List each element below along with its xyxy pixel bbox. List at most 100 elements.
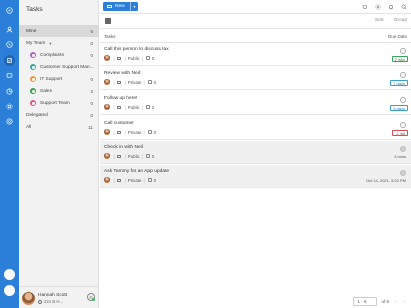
sidebar-item-label: Sales (40, 88, 52, 94)
complete-checkbox[interactable] (400, 146, 406, 152)
task-privacy: Public (127, 55, 140, 61)
sidebar-item-delegated[interactable]: Delegated 0 (19, 109, 99, 121)
dock-circle[interactable] (4, 269, 15, 280)
sort-button[interactable]: Sort (375, 18, 384, 23)
task-row[interactable]: Ask Tammy for an App update | | Private |… (100, 165, 411, 188)
divider (100, 28, 411, 29)
sidebar-item-sales[interactable]: Sales 2 (19, 85, 99, 97)
column-header-tasks[interactable]: Tasks (104, 34, 116, 39)
complete-checkbox[interactable] (400, 72, 406, 78)
sidebar-item-count: 6 (90, 28, 93, 34)
sidebar-item-complaints[interactable]: Complaints 0 (19, 49, 99, 61)
dock-circle[interactable] (4, 285, 15, 296)
task-comment-count: 0 (153, 129, 157, 135)
chevron-right-icon[interactable]: › (402, 297, 407, 306)
task-title[interactable]: Call this person to discuss tax (104, 47, 169, 52)
group-button[interactable]: Group (394, 18, 407, 23)
top-toolbar (361, 3, 407, 10)
page-range-select[interactable]: 1 - 6 (353, 296, 378, 306)
pagination: 1 - 6 of 6 ‹ › (353, 296, 407, 306)
chevron-left-icon[interactable]: ‹ (393, 297, 398, 306)
due-date-badge: 7 days (390, 80, 408, 86)
task-privacy: Private (127, 129, 142, 135)
avatar (104, 177, 110, 183)
sidebar-item-my-team[interactable]: My Team ▼ 0 (19, 37, 99, 49)
task-row[interactable]: Check in with Neil | | Public | 0 3 mins (100, 141, 411, 164)
task-privacy: Public (127, 104, 140, 110)
sidebar-item-customer-support[interactable]: Customer Support Man... (19, 61, 99, 73)
task-title[interactable]: Call customer (104, 121, 134, 126)
tasks-sidebar: Tasks Mine 6 My Team ▼ 0 Complaints 0 Cu… (19, 0, 99, 308)
complete-checkbox[interactable] (400, 170, 406, 176)
task-title[interactable]: Check in with Neil (104, 145, 143, 150)
task-comment-count: 0 (153, 177, 157, 183)
user-name: Hannah Scott (38, 293, 68, 298)
calls-icon[interactable] (4, 39, 15, 50)
sidebar-item-count: 0 (90, 52, 93, 58)
task-title[interactable]: Ask Tammy for an App update (104, 169, 169, 174)
sidebar-title: Tasks (26, 6, 43, 13)
grid-view-icon[interactable] (105, 18, 111, 24)
inbox-icon (116, 130, 121, 134)
phone-status-icon (38, 299, 42, 304)
complete-checkbox[interactable] (400, 48, 406, 54)
settings-icon[interactable] (374, 3, 381, 10)
avatar (104, 104, 110, 110)
sidebar-item-count: 2 (90, 88, 93, 94)
task-privacy: Private (127, 177, 142, 183)
team-icon (30, 100, 36, 106)
complete-checkbox[interactable] (400, 122, 406, 128)
settings-icon[interactable] (4, 101, 15, 112)
sidebar-item-label: IT Support (40, 76, 63, 82)
contacts-icon[interactable] (4, 24, 15, 35)
sidebar-item-mine[interactable]: Mine 6 (19, 25, 99, 37)
sidebar-item-count: 0 (90, 40, 93, 46)
task-row[interactable]: Call customer | | Private | 0 -1 wk (100, 117, 411, 140)
sidebar-item-count: 11 (88, 124, 93, 130)
new-task-button[interactable]: New ▾ (103, 2, 138, 11)
search-icon[interactable] (400, 3, 407, 10)
history-icon[interactable] (361, 3, 368, 10)
sort-group-controls: Sort Group (375, 18, 407, 23)
tasks-icon[interactable] (2, 53, 17, 68)
task-meta: | | Private | 0 (104, 129, 156, 135)
task-meta: | | Public | 2 (104, 104, 154, 110)
phone-icon[interactable]: ✆ (87, 293, 95, 301)
task-meta: | | Public | 0 (104, 153, 154, 159)
task-comment-count: 0 (151, 55, 155, 61)
pipeline-icon[interactable] (4, 86, 15, 97)
page-range: 1 - 6 (357, 298, 367, 304)
comment-icon (145, 56, 150, 60)
sidebar-item-label: Support Team (40, 100, 70, 106)
task-list-panel: New ▾ Sort Group Tasks Due Date Call thi… (100, 0, 411, 308)
task-meta: | | Public | 0 (104, 55, 154, 61)
messages-icon[interactable] (4, 70, 15, 81)
divider (100, 13, 411, 14)
due-date-badge: -1 wk (392, 130, 408, 136)
task-row[interactable]: Follow up here! | | Public | 2 5 days (100, 92, 411, 115)
sidebar-item-support-team[interactable]: Support Team 0 (19, 97, 99, 109)
notifications-icon[interactable] (387, 3, 394, 10)
sidebar-item-all[interactable]: All 11 (19, 121, 99, 133)
complete-checkbox[interactable] (400, 97, 406, 103)
task-title[interactable]: Follow up here! (104, 96, 137, 101)
avatar (22, 292, 35, 305)
column-header-due-date[interactable]: Due Date (388, 34, 407, 39)
online-status-dot (92, 298, 95, 301)
chevron-down-icon[interactable]: ▼ (48, 41, 52, 46)
comment-icon (147, 178, 152, 182)
help-icon[interactable] (4, 116, 15, 127)
task-meta: | | Private | 0 (104, 79, 156, 85)
chevron-down-icon[interactable]: ▾ (130, 2, 138, 11)
inbox-icon (116, 105, 121, 109)
user-profile[interactable]: Hannah Scott 221 B H... ✆ (19, 286, 99, 308)
inbox-icon (116, 80, 121, 84)
task-row[interactable]: Call this person to discuss tax | | Publ… (100, 43, 411, 66)
task-title[interactable]: Review with Ned (104, 71, 140, 76)
page-total: of 6 (381, 298, 389, 304)
app-menu-icon[interactable] (4, 5, 15, 16)
comment-icon (147, 130, 152, 134)
task-row[interactable]: Review with Ned | | Private | 0 7 days (100, 67, 411, 90)
sidebar-item-it-support[interactable]: IT Support 0 (19, 73, 99, 85)
new-icon (107, 4, 112, 9)
